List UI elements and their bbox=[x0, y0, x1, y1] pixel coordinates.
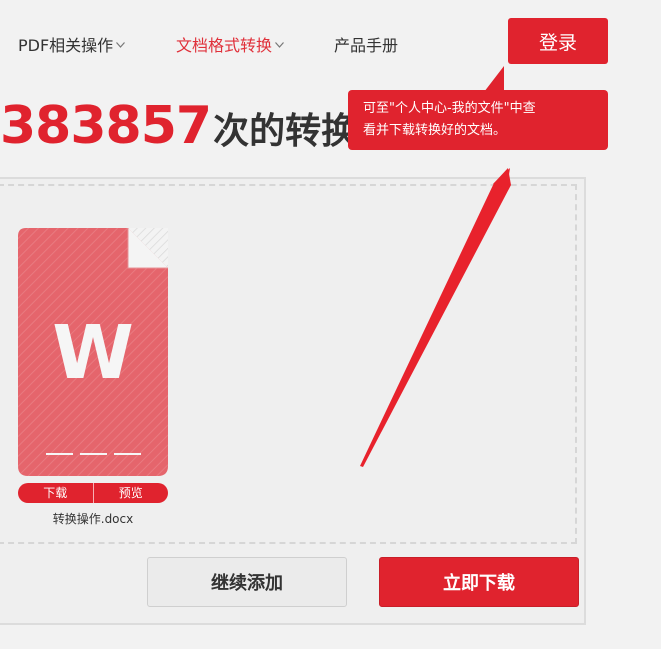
chevron-down-icon bbox=[275, 42, 284, 48]
tooltip-text-line2: 看并下载转换好的文档。 bbox=[363, 123, 507, 138]
file-actions: 下载 预览 bbox=[18, 483, 168, 503]
top-nav: PDF相关操作 文档格式转换 产品手册 登录 bbox=[0, 0, 661, 86]
tooltip-text-line1: 可至"个人中心-我的文件"中查 bbox=[363, 101, 536, 116]
nav-item-label: 产品手册 bbox=[334, 36, 399, 55]
download-now-button[interactable]: 立即下载 bbox=[379, 557, 579, 607]
nav-item-pdf-operations[interactable]: PDF相关操作 bbox=[18, 32, 126, 56]
continue-add-button[interactable]: 继续添加 bbox=[147, 557, 347, 607]
nav-item-format-conversion[interactable]: 文档格式转换 bbox=[176, 32, 284, 56]
nav-item-product-manual[interactable]: 产品手册 bbox=[334, 32, 398, 56]
file-name: 转换操作.docx bbox=[52, 512, 134, 526]
tooltip-my-files-hint: 可至"个人中心-我的文件"中查 看并下载转换好的文档。 bbox=[348, 90, 608, 150]
chevron-down-icon bbox=[116, 42, 126, 48]
conversion-count-headline: 383857 次的转换 bbox=[0, 96, 357, 158]
nav-item-label: 文档格式转换 bbox=[176, 36, 273, 55]
file-icon-letter: W bbox=[52, 310, 134, 396]
login-button[interactable]: 登录 bbox=[508, 18, 608, 64]
conversion-count: 383857 bbox=[0, 96, 212, 156]
conversion-count-suffix: 次的转换 bbox=[213, 111, 358, 152]
file-preview-button[interactable]: 预览 bbox=[94, 483, 169, 503]
nav-item-label: PDF相关操作 bbox=[18, 36, 114, 55]
tooltip-tail bbox=[484, 66, 504, 92]
word-document-icon: W bbox=[18, 228, 168, 476]
file-card: W bbox=[18, 228, 168, 476]
file-download-button[interactable]: 下载 bbox=[18, 483, 93, 503]
